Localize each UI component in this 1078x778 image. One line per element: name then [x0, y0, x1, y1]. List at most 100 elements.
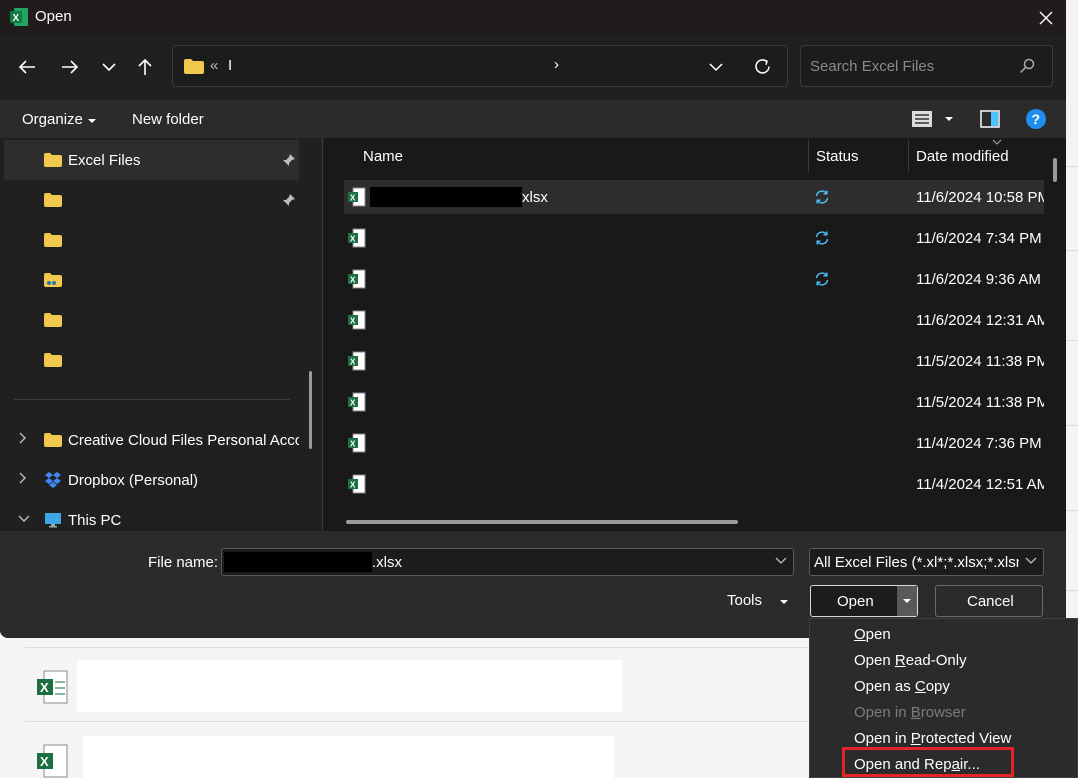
view-list-icon[interactable]: [912, 111, 932, 127]
open-button-label: Open: [837, 593, 874, 610]
nav-item-label: This PC: [68, 512, 122, 529]
search-placeholder: Search Excel Files: [810, 58, 935, 75]
file-row[interactable]: X xlsx 11/6/2024 10:58 PM: [344, 180, 1044, 214]
column-header-status[interactable]: Status: [816, 148, 859, 165]
nav-item-shared-folder[interactable]: [4, 260, 299, 300]
excel-file-icon: X: [348, 433, 366, 453]
chevron-down-icon[interactable]: [709, 62, 723, 72]
navigation-pane: Excel Files Creative Cloud Files Persona…: [0, 138, 318, 531]
search-icon[interactable]: [1019, 58, 1035, 74]
caret-down-icon: [88, 119, 97, 123]
computer-icon: [45, 513, 61, 528]
column-separator[interactable]: [908, 140, 909, 172]
sort-indicator-icon: [992, 139, 1002, 145]
svg-text:X: X: [350, 440, 356, 449]
breadcrumb-separator[interactable]: ›: [554, 56, 559, 73]
cancel-button-label: Cancel: [967, 593, 1014, 610]
open-dropdown-button[interactable]: [897, 586, 917, 616]
nav-item-dropbox[interactable]: Dropbox (Personal): [4, 460, 299, 500]
menu-item-open-in-protected-view[interactable]: Open in Protected View: [854, 730, 1011, 747]
nav-item-creative-cloud[interactable]: Creative Cloud Files Personal Account: [4, 420, 299, 460]
preview-pane-icon[interactable]: [980, 110, 1000, 128]
column-separator[interactable]: [808, 140, 809, 172]
file-row[interactable]: X 11/4/2024 7:36 PM: [344, 426, 1044, 460]
search-box[interactable]: Search Excel Files: [800, 45, 1053, 87]
sync-icon: [815, 272, 829, 286]
refresh-icon[interactable]: [753, 57, 772, 76]
cancel-button[interactable]: Cancel: [935, 585, 1043, 617]
menu-item-open-read-only[interactable]: Open Read-Only: [854, 652, 967, 669]
nav-item-folder[interactable]: [4, 300, 299, 340]
open-dialog: X Open « I › Search Excel Files Organize…: [0, 0, 1066, 638]
file-list: Name Status Date modified X xlsx 11/6/20…: [324, 138, 1066, 531]
chevron-down-icon[interactable]: [18, 514, 30, 522]
forward-button[interactable]: [55, 52, 85, 82]
svg-text:X: X: [40, 680, 49, 695]
file-row[interactable]: X 11/4/2024 12:51 AM: [344, 467, 1044, 501]
folder-icon: [44, 353, 62, 367]
organize-menu[interactable]: Organize: [22, 111, 97, 128]
svg-text:X: X: [350, 194, 356, 203]
file-name-input[interactable]: .xlsx: [221, 548, 794, 576]
background-right-strip: [1066, 160, 1078, 620]
svg-text:X: X: [350, 317, 356, 326]
chevron-down-icon[interactable]: [775, 557, 787, 565]
file-name: xlsx: [522, 189, 548, 206]
organize-label: Organize: [22, 111, 83, 128]
chevron-right-icon[interactable]: [18, 432, 26, 444]
new-folder-button[interactable]: New folder: [132, 111, 204, 128]
column-header-date-modified[interactable]: Date modified: [916, 148, 1009, 165]
pane-separator[interactable]: [322, 138, 323, 531]
folder-icon: [184, 59, 204, 74]
nav-item-folder[interactable]: [4, 220, 299, 260]
file-row[interactable]: X 11/5/2024 11:38 PM: [344, 344, 1044, 378]
folder-icon: [44, 313, 62, 327]
address-path[interactable]: I: [228, 57, 232, 74]
overflow-chevrons[interactable]: «: [210, 57, 218, 74]
folder-icon: [44, 153, 62, 167]
tools-menu[interactable]: Tools: [727, 592, 789, 609]
menu-item-open[interactable]: Open: [854, 626, 891, 643]
pin-icon[interactable]: [282, 153, 296, 167]
file-date: 11/6/2024 7:34 PM: [916, 230, 1042, 247]
file-row[interactable]: X 11/6/2024 9:36 AM: [344, 262, 1044, 296]
file-date: 11/5/2024 11:38 PM: [916, 394, 1044, 411]
dropbox-icon: [45, 472, 61, 488]
vertical-scrollbar[interactable]: [1053, 158, 1057, 182]
nav-item-folder[interactable]: [4, 180, 299, 220]
file-row[interactable]: X 11/6/2024 7:34 PM: [344, 221, 1044, 255]
chevron-down-icon: [1025, 557, 1037, 564]
nav-scrollbar[interactable]: [309, 371, 312, 449]
nav-divider: [14, 399, 290, 400]
excel-file-icon: X: [348, 187, 366, 207]
back-button[interactable]: [12, 52, 42, 82]
sync-icon: [815, 231, 829, 245]
menu-item-open-as-copy[interactable]: Open as Copy: [854, 678, 950, 695]
horizontal-scroll-thumb[interactable]: [346, 520, 738, 524]
address-bar[interactable]: « I ›: [172, 45, 788, 87]
file-row[interactable]: X 11/5/2024 11:38 PM: [344, 385, 1044, 419]
file-date: 11/4/2024 7:36 PM: [916, 435, 1042, 452]
excel-file-icon: X: [348, 351, 366, 371]
nav-item-excel-files[interactable]: Excel Files: [4, 140, 299, 180]
svg-text:X: X: [350, 358, 356, 367]
up-button[interactable]: [130, 52, 160, 82]
pin-icon[interactable]: [282, 193, 296, 207]
file-row[interactable]: X 11/6/2024 12:31 AM: [344, 303, 1044, 337]
redacted-name: [370, 187, 522, 207]
svg-text:X: X: [350, 399, 356, 408]
file-date: 11/5/2024 11:38 PM: [916, 353, 1044, 370]
caret-down-icon[interactable]: [944, 116, 954, 122]
excel-file-icon: X: [348, 310, 366, 330]
horizontal-scrollbar[interactable]: [346, 520, 1022, 524]
chevron-right-icon[interactable]: [18, 472, 26, 484]
nav-item-folder[interactable]: [4, 340, 299, 380]
chevron-down-icon: [102, 63, 116, 72]
file-type-value: All Excel Files (*.xl*;*.xlsx;*.xlsm;*.x…: [814, 554, 1019, 571]
column-header-name[interactable]: Name: [363, 148, 403, 165]
file-type-select[interactable]: All Excel Files (*.xl*;*.xlsx;*.xlsm;*.x…: [809, 548, 1044, 576]
close-button[interactable]: [1028, 0, 1064, 35]
arrow-up-icon: [138, 58, 152, 75]
help-icon[interactable]: ?: [1026, 109, 1046, 129]
recent-locations-button[interactable]: [94, 52, 124, 82]
